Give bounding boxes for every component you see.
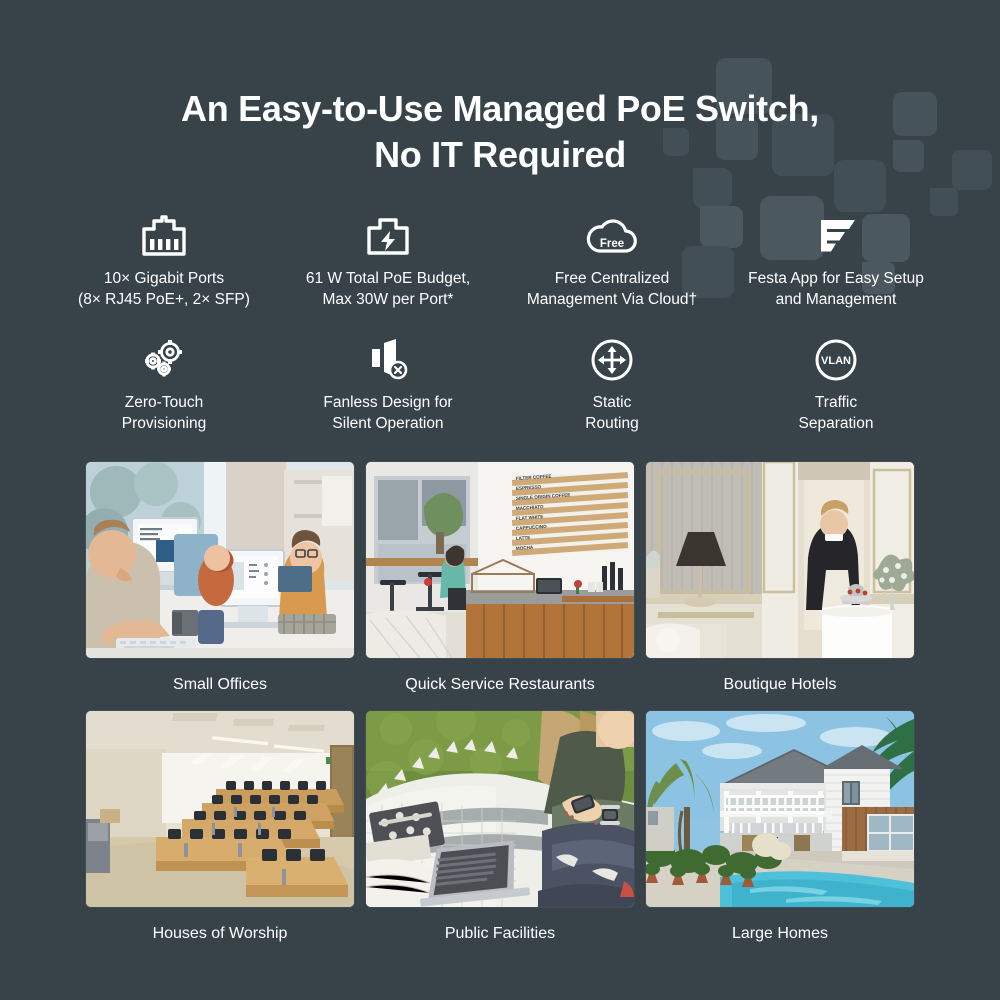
scenario-image-cafe-counter-with-menu-board: FILTER COFFEE ESPRESSO SINGLE ORIGIN COF… [366, 461, 634, 658]
scenario-tile: FILTER COFFEE ESPRESSO SINGLE ORIGIN COF… [366, 461, 634, 711]
feature-free-cloud-management: Free Free Centralized Management Via Clo… [500, 212, 724, 310]
scenario-grid: Small Offices FILTER COFFEE ESPRESSO SIN… [0, 461, 1000, 960]
feature-label: 61 W Total PoE Budget, Max 30W per Port* [305, 270, 471, 308]
svg-text:VLAN: VLAN [821, 355, 851, 367]
scenario-caption: Small Offices [173, 675, 267, 693]
scenario-image-lecture-hall-tiered-seating [86, 711, 354, 908]
speaker-mute-icon [364, 336, 412, 384]
feature-label: 10× Gigabit Ports (8× RJ45 PoE+, 2× SFP) [78, 270, 250, 308]
scenario-caption: Boutique Hotels [723, 675, 837, 693]
feature-zero-touch-provisioning: Zero-Touch Provisioning [52, 336, 276, 434]
scenario-image-office-workers-at-computers [86, 461, 354, 658]
feature-label: Static Routing [585, 394, 639, 432]
free-cloud-icon: Free [584, 212, 640, 260]
scenario-tile: Public Facilities [366, 711, 634, 960]
feature-label: Traffic Separation [798, 394, 874, 432]
scenario-tile: Houses of Worship [86, 711, 354, 960]
feature-static-routing: Static Routing [500, 336, 724, 434]
scenario-image-white-house-with-pool [646, 711, 914, 908]
feature-gigabit-ports: 10× Gigabit Ports (8× RJ45 PoE+, 2× SFP) [52, 212, 276, 310]
vlan-circle-icon: VLAN [814, 336, 858, 384]
static-routing-arrows-icon [590, 336, 634, 384]
feature-label: Free Centralized Management Via Cloud† [526, 270, 698, 308]
festa-logo-icon [812, 212, 860, 260]
svg-text:Free: Free [600, 238, 624, 250]
scenario-caption: Quick Service Restaurants [405, 675, 595, 693]
scenario-tile: Boutique Hotels [646, 461, 914, 711]
feature-fanless-design: Fanless Design for Silent Operation [276, 336, 500, 434]
scenario-tile: Small Offices [86, 461, 354, 711]
rj45-port-icon [141, 212, 187, 260]
headline-line-1: An Easy-to-Use Managed PoE Switch, [181, 88, 819, 129]
poe-battery-bolt-icon [366, 212, 410, 260]
scenario-caption: Houses of Worship [152, 925, 288, 943]
feature-label: Zero-Touch Provisioning [121, 394, 207, 432]
feature-poe-budget: 61 W Total PoE Budget, Max 30W per Port* [276, 212, 500, 310]
feature-festa-app: Festa App for Easy Setup and Management [724, 212, 948, 310]
feature-traffic-separation: VLAN Traffic Separation [724, 336, 948, 434]
scenario-caption: Large Homes [731, 925, 829, 943]
gears-icon [139, 336, 189, 384]
scenario-image-person-outdoors-with-laptop [366, 711, 634, 908]
svg-text:LATTE: LATTE [516, 535, 531, 541]
page-title: An Easy-to-Use Managed PoE Switch, No IT… [110, 0, 890, 178]
scenario-caption: Public Facilities [444, 925, 556, 943]
scenario-tile: Large Homes [646, 711, 914, 960]
feature-label: Fanless Design for Silent Operation [323, 394, 453, 432]
feature-grid: 10× Gigabit Ports (8× RJ45 PoE+, 2× SFP)… [52, 212, 948, 434]
scenario-image-hotel-room-service-attendant [646, 461, 914, 658]
feature-label: Festa App for Easy Setup and Management [748, 270, 924, 308]
headline-line-2: No IT Required [374, 134, 626, 176]
